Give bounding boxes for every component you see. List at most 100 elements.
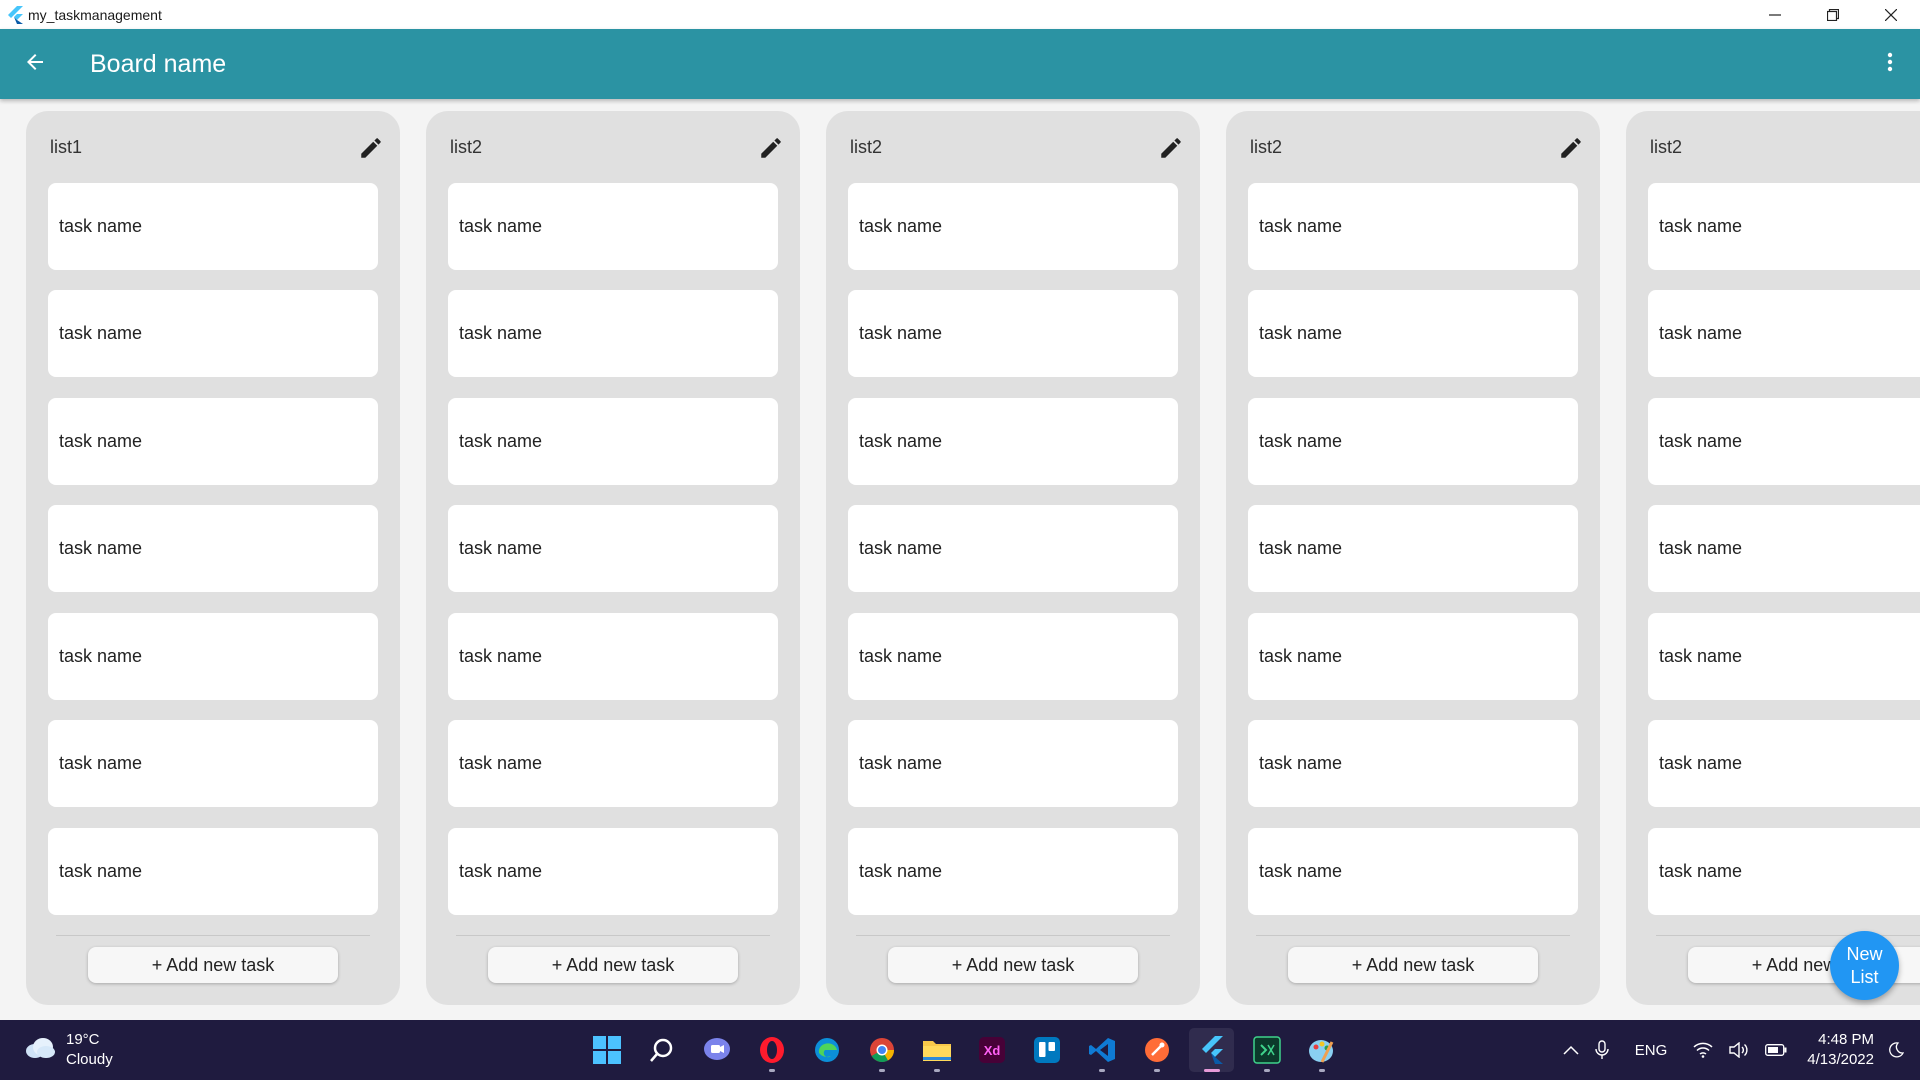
weather-widget[interactable]: 19°C Cloudy <box>24 1030 113 1070</box>
task-card[interactable]: task name <box>448 290 778 377</box>
task-card[interactable]: task name <box>848 720 1178 807</box>
battery-icon[interactable] <box>1765 1044 1787 1056</box>
task-card[interactable]: task name <box>1248 720 1578 807</box>
task-card[interactable]: task name <box>448 183 778 270</box>
task-card[interactable]: task name <box>848 398 1178 485</box>
running-indicator <box>1203 1069 1220 1072</box>
task-card[interactable]: task name <box>1648 398 1920 485</box>
add-new-task-button[interactable]: + Add new task <box>1288 947 1538 983</box>
vscode-icon[interactable] <box>1079 1028 1124 1072</box>
list-title[interactable]: list2 <box>1650 137 1682 158</box>
focus-assist-icon[interactable] <box>1888 1042 1904 1058</box>
add-new-task-button[interactable]: + Add new task <box>488 947 738 983</box>
flutter-icon[interactable] <box>1189 1028 1234 1072</box>
volume-icon[interactable] <box>1729 1042 1749 1058</box>
task-card[interactable]: task name <box>1648 828 1920 915</box>
minimize-button[interactable] <box>1746 0 1804 29</box>
clock[interactable]: 4:48 PM 4/13/2022 <box>1807 1030 1874 1070</box>
edit-list-button[interactable] <box>1156 133 1186 163</box>
task-card[interactable]: task name <box>1248 183 1578 270</box>
search-icon[interactable] <box>639 1028 684 1072</box>
language-indicator[interactable]: ENG <box>1635 1042 1668 1059</box>
task-card[interactable]: task name <box>48 398 378 485</box>
windows-start-icon[interactable] <box>584 1028 629 1072</box>
list-title[interactable]: list1 <box>50 137 82 158</box>
list-divider <box>1256 935 1570 936</box>
edit-list-button[interactable] <box>1556 133 1586 163</box>
task-card[interactable]: task name <box>848 290 1178 377</box>
paint-icon[interactable] <box>1299 1028 1344 1072</box>
chrome-icon[interactable] <box>859 1028 904 1072</box>
edit-list-button[interactable] <box>756 133 786 163</box>
window-title: my_taskmanagement <box>28 6 162 23</box>
list-header: list2 <box>1226 111 1600 183</box>
new-list-label-line1: New <box>1846 943 1883 964</box>
app-bar: Board name <box>0 29 1920 99</box>
new-list-label-line2: List <box>1850 966 1879 987</box>
task-card[interactable]: task name <box>48 828 378 915</box>
running-indicator <box>1263 1069 1270 1072</box>
list-column: list2 task name task name task name task… <box>1626 111 1920 1005</box>
clock-date: 4/13/2022 <box>1807 1051 1874 1068</box>
running-indicator <box>933 1069 940 1072</box>
list-column: list2 task name task name task name task… <box>826 111 1200 1005</box>
back-button[interactable] <box>0 29 70 99</box>
microphone-icon[interactable] <box>1595 1040 1609 1060</box>
task-card[interactable]: task name <box>448 505 778 592</box>
task-card[interactable]: task name <box>848 505 1178 592</box>
list-divider <box>56 935 370 936</box>
list-title[interactable]: list2 <box>450 137 482 158</box>
adobe-xd-icon[interactable]: Xd <box>969 1028 1014 1072</box>
chevron-up-icon[interactable] <box>1563 1045 1579 1055</box>
task-card[interactable]: task name <box>848 613 1178 700</box>
terminal-icon[interactable] <box>1244 1028 1289 1072</box>
list-title[interactable]: list2 <box>850 137 882 158</box>
task-card[interactable]: task name <box>1248 505 1578 592</box>
system-tray: ENG 4:48 PM 4/13/2022 <box>1555 1020 1920 1080</box>
task-card[interactable]: task name <box>448 613 778 700</box>
edge-icon[interactable] <box>804 1028 849 1072</box>
task-card[interactable]: task name <box>48 613 378 700</box>
pencil-icon <box>761 138 781 158</box>
more-vert-icon <box>1878 50 1902 79</box>
task-card[interactable]: task name <box>1248 613 1578 700</box>
add-new-task-button[interactable]: + Add new task <box>88 947 338 983</box>
trello-icon[interactable] <box>1024 1028 1069 1072</box>
pencil-icon <box>361 138 381 158</box>
postman-icon[interactable] <box>1134 1028 1179 1072</box>
task-card[interactable]: task name <box>448 720 778 807</box>
list-title[interactable]: list2 <box>1250 137 1282 158</box>
running-indicator <box>1153 1069 1160 1072</box>
flutter-logo-icon <box>4 4 26 26</box>
task-card[interactable]: task name <box>1648 613 1920 700</box>
task-card[interactable]: task name <box>48 183 378 270</box>
task-card[interactable]: task name <box>1248 398 1578 485</box>
task-card[interactable]: task name <box>1248 828 1578 915</box>
task-card[interactable]: task name <box>48 720 378 807</box>
new-list-button[interactable]: New List <box>1830 931 1899 1000</box>
task-card[interactable]: task name <box>448 828 778 915</box>
task-card[interactable]: task name <box>48 505 378 592</box>
task-card[interactable]: task name <box>1648 290 1920 377</box>
close-button[interactable] <box>1862 0 1920 29</box>
weather-description: Cloudy <box>66 1051 113 1068</box>
task-card[interactable]: task name <box>848 828 1178 915</box>
cloud-icon <box>24 1036 56 1065</box>
add-new-task-button[interactable]: + Add new task <box>888 947 1138 983</box>
board-title: Board name <box>90 49 227 78</box>
task-card[interactable]: task name <box>848 183 1178 270</box>
task-card[interactable]: task name <box>1648 505 1920 592</box>
task-card[interactable]: task name <box>1648 183 1920 270</box>
edit-list-button[interactable] <box>356 133 386 163</box>
running-indicator <box>1098 1069 1105 1072</box>
more-options-button[interactable] <box>1870 44 1910 84</box>
task-card[interactable]: task name <box>1648 720 1920 807</box>
task-card[interactable]: task name <box>448 398 778 485</box>
file-explorer-icon[interactable] <box>914 1028 959 1072</box>
task-card[interactable]: task name <box>1248 290 1578 377</box>
task-card[interactable]: task name <box>48 290 378 377</box>
wifi-icon[interactable] <box>1693 1042 1713 1058</box>
restore-button[interactable] <box>1804 0 1862 29</box>
chat-icon[interactable] <box>694 1028 739 1072</box>
opera-icon[interactable] <box>749 1028 794 1072</box>
